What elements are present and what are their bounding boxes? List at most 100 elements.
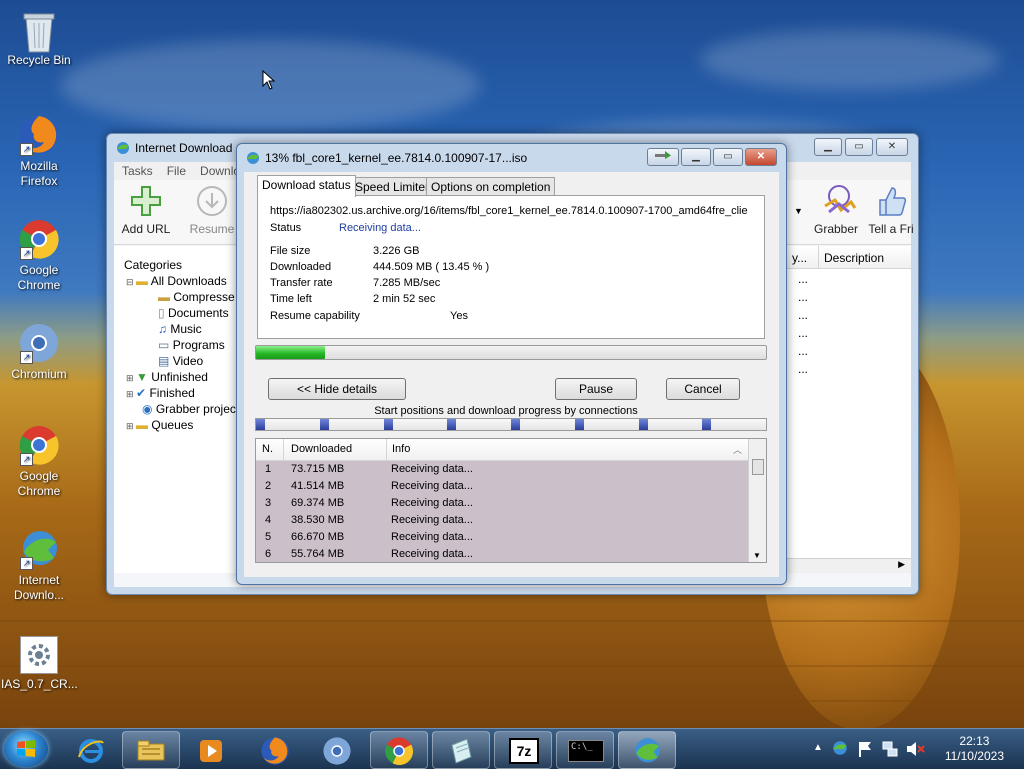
desktop-icon-idm[interactable]: ↗ Internet Downlo...	[1, 528, 77, 603]
toolbar-dropdown-arrow-icon[interactable]: ▼	[794, 206, 803, 216]
start-button[interactable]	[4, 731, 48, 767]
list-item[interactable]: ...	[798, 270, 808, 288]
hide-to-tray-button[interactable]	[647, 148, 679, 166]
list-header-col[interactable]: y...	[792, 251, 807, 265]
connections-table[interactable]: N. Downloaded Info ︿ 1 73.715 MB Receiving…	[255, 438, 767, 563]
volume-muted-icon[interactable]	[905, 740, 925, 758]
taskbar-file-explorer[interactable]	[122, 731, 180, 769]
resume-button[interactable]: Resume	[182, 184, 242, 236]
add-url-button[interactable]: Add URL	[116, 184, 176, 236]
taskbar-chrome[interactable]	[370, 731, 428, 769]
menu-tasks[interactable]: Tasks	[122, 162, 153, 180]
list-item[interactable]: ...	[798, 324, 808, 342]
scroll-down-arrow-icon[interactable]: ▼	[753, 551, 761, 560]
action-center-flag-icon[interactable]	[857, 740, 873, 758]
list-item[interactable]: ...	[798, 342, 808, 360]
window-icon: ▭	[158, 338, 170, 352]
desktop-icon-chrome-2[interactable]: ↗ Google Chrome	[1, 424, 77, 499]
table-row[interactable]: 4 38.530 MB Receiving data...	[256, 512, 748, 529]
column-divider	[386, 439, 387, 460]
idm-tray-icon[interactable]	[831, 740, 849, 756]
taskbar-chromium[interactable]	[308, 731, 366, 769]
taskbar-cmd[interactable]: C:\_	[556, 731, 614, 769]
table-row[interactable]: 2 41.514 MB Receiving data...	[256, 478, 748, 495]
resume-capability-label: Resume capability	[270, 310, 360, 322]
cancel-button[interactable]: Cancel	[666, 378, 740, 400]
download-progress-dialog[interactable]: 13% fbl_core1_kernel_ee.7814.0.100907-17…	[236, 143, 787, 585]
desktop-icon-chrome[interactable]: ↗ Google Chrome	[1, 218, 77, 293]
maximize-button[interactable]: ▭	[845, 138, 873, 156]
desktop-icon-ias[interactable]: IAS_0.7_CR...	[1, 636, 78, 692]
sort-chevron-icon: ︿	[732, 445, 742, 455]
idm-icon	[635, 738, 660, 763]
menu-downloads[interactable]: Downlo	[200, 162, 240, 180]
category-compressed[interactable]: ▬ Compresse	[158, 290, 235, 304]
list-item[interactable]: ...	[798, 288, 808, 306]
idm-icon	[247, 152, 259, 164]
pause-button[interactable]: Pause	[555, 378, 637, 400]
scrollbar-thumb[interactable]	[752, 459, 764, 475]
taskbar-idm[interactable]	[618, 731, 676, 769]
tell-a-friend-button[interactable]: Tell a Fri	[866, 184, 916, 236]
connection-segment	[702, 419, 711, 430]
category-programs[interactable]: ▭ Programs	[158, 338, 225, 352]
minimize-button[interactable]: ▁	[814, 138, 842, 156]
table-row[interactable]: 1 73.715 MB Receiving data...	[256, 461, 748, 478]
idm-icon: ↗	[18, 528, 60, 570]
downloaded-label: Downloaded	[270, 261, 332, 273]
globe-icon: ◉	[142, 402, 153, 416]
firefox-icon	[261, 737, 289, 765]
hide-details-button[interactable]: << Hide details	[268, 378, 406, 400]
scroll-right-arrow-icon[interactable]: ▶	[898, 559, 905, 570]
close-button[interactable]: ✕	[745, 148, 777, 166]
category-finished[interactable]: ⊞ ✔ Finished	[126, 386, 195, 400]
chromium-icon	[323, 737, 351, 765]
table-row[interactable]: 6 55.764 MB Receiving data...	[256, 546, 748, 562]
taskbar-firefox[interactable]	[246, 731, 304, 769]
category-unfinished[interactable]: ⊞ ▼ Unfinished	[126, 370, 208, 384]
menu-file[interactable]: File	[167, 162, 186, 180]
category-queues[interactable]: ⊞ ▬ Queues	[126, 418, 193, 432]
grabber-button[interactable]: Grabber	[806, 184, 866, 236]
table-row[interactable]: 3 69.374 MB Receiving data...	[256, 495, 748, 512]
tab-speed-limiter[interactable]: Speed Limiter	[350, 177, 435, 196]
wallpaper-field-line	[0, 700, 1024, 702]
taskbar-internet-explorer[interactable]	[62, 731, 120, 769]
category-video[interactable]: ▤ Video	[158, 354, 203, 368]
category-all-downloads[interactable]: ⊟ ▬ All Downloads	[126, 274, 227, 288]
table-row[interactable]: 5 66.670 MB Receiving data...	[256, 529, 748, 546]
show-hidden-icons-chevron-icon[interactable]: ▲	[813, 742, 823, 753]
network-icon[interactable]	[881, 740, 899, 758]
list-item[interactable]: ...	[798, 360, 808, 378]
minimize-button[interactable]: ▁	[681, 148, 711, 166]
media-player-icon	[200, 740, 222, 762]
close-button[interactable]: ✕	[876, 138, 908, 156]
desktop-icon-recycle-bin[interactable]: Recycle Bin	[1, 8, 77, 68]
tab-download-status[interactable]: Download status	[257, 175, 356, 197]
category-documents[interactable]: ▯ Documents	[158, 306, 229, 320]
desktop-icon-label: Recycle Bin	[7, 53, 71, 67]
desktop-icon-chromium[interactable]: ↗ Chromium	[1, 322, 77, 382]
dialog-titlebar[interactable]: 13% fbl_core1_kernel_ee.7814.0.100907-17…	[237, 144, 786, 172]
column-header-n[interactable]: N.	[262, 443, 273, 455]
tab-options-on-completion[interactable]: Options on completion	[426, 177, 556, 196]
list-header-description[interactable]: Description	[824, 251, 884, 265]
column-header-info[interactable]: Info	[392, 443, 410, 455]
taskbar-notepad[interactable]	[432, 731, 490, 769]
category-grabber-projects[interactable]: ◉ Grabber projec	[142, 402, 236, 416]
category-music[interactable]: ♫ Music	[158, 322, 202, 336]
film-icon: ▤	[158, 354, 170, 368]
list-item[interactable]: ...	[798, 306, 808, 324]
horizontal-scrollbar[interactable]: ▶	[782, 558, 911, 573]
column-header-downloaded[interactable]: Downloaded	[291, 443, 352, 455]
clock[interactable]: 22:13 11/10/2023	[945, 734, 1004, 764]
maximize-button[interactable]: ▭	[713, 148, 743, 166]
vertical-scrollbar[interactable]: ▼	[748, 439, 766, 562]
downloads-list-panel[interactable]: y... Description ... ... ... ... ... ...…	[782, 246, 911, 573]
taskbar-media-player[interactable]	[182, 731, 240, 769]
chromium-icon: ↗	[18, 322, 60, 364]
taskbar-7zip[interactable]: 7z	[494, 731, 552, 769]
desktop-icon-firefox[interactable]: ↗ Mozilla Firefox	[1, 114, 77, 189]
plus-icon	[129, 184, 163, 218]
connections-progress-bar	[255, 418, 767, 431]
